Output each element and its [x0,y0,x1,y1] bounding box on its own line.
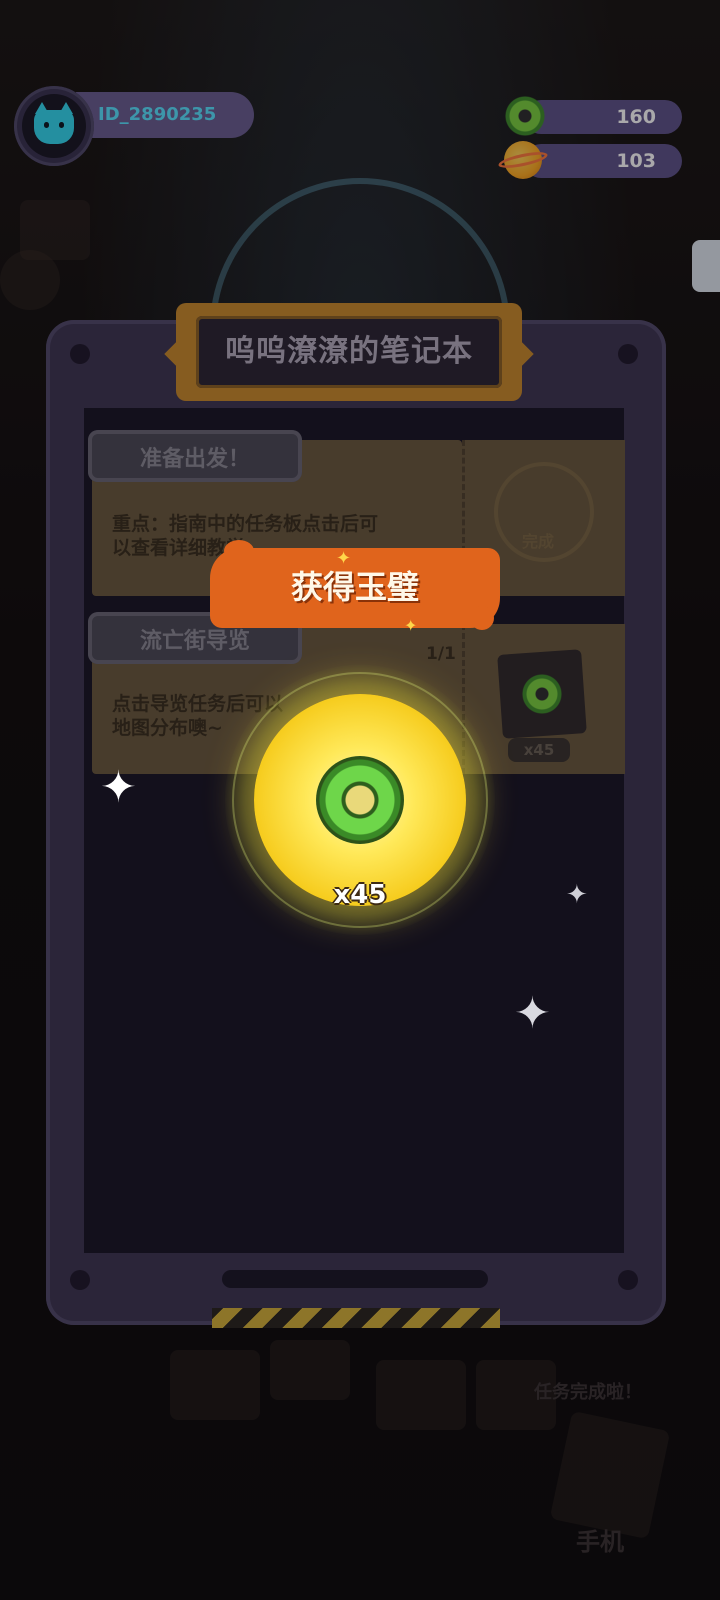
sparkle-icon: ✦ [336,548,352,569]
reward-quantity: x45 [333,880,387,910]
sparkle-icon: ✦ [404,616,418,635]
sparkle-icon: ✦ [514,988,551,1039]
reward-banner-text: 获得玉璧 [290,568,419,606]
sparkle-icon: ✦ [566,880,588,910]
jade-disc-icon [316,756,404,844]
sparkle-icon: ✦ [100,762,137,813]
